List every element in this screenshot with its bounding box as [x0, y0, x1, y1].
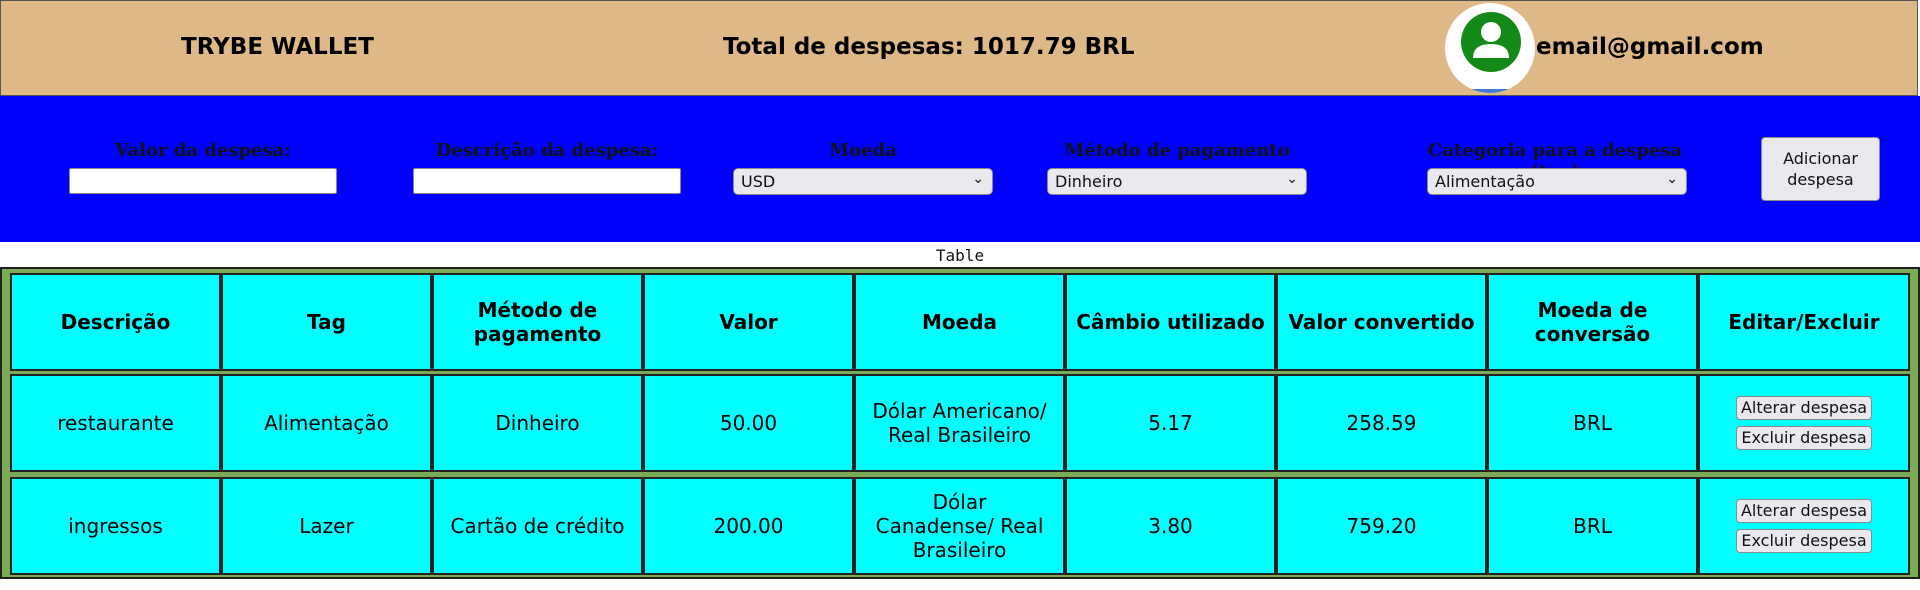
table-cell-value: 200.00	[643, 477, 854, 575]
table-cell-actions: Alterar despesa Excluir despesa	[1698, 477, 1910, 575]
table-cell-conversion-currency: BRL	[1487, 477, 1698, 575]
app-title: TRYBE WALLET	[181, 34, 374, 60]
table-cell-rate: 3.80	[1065, 477, 1276, 575]
table-cell-value: 50.00	[643, 374, 854, 472]
column-header: Descrição	[10, 273, 221, 371]
add-expense-line1: Adicionar	[1783, 149, 1858, 168]
value-label: Valor da despesa:	[115, 140, 291, 161]
currency-select[interactable]: USD ⌄	[733, 168, 993, 195]
column-header: Valor	[643, 273, 854, 371]
column-header: Valor convertido	[1276, 273, 1487, 371]
table-cell-rate: 5.17	[1065, 374, 1276, 472]
avatar	[1445, 3, 1535, 93]
edit-expense-button[interactable]: Alterar despesa	[1736, 499, 1872, 523]
total-expenses: Total de despesas: 1017.79 BRL	[723, 34, 1135, 60]
table-cell-converted: 759.20	[1276, 477, 1487, 575]
edit-expense-button[interactable]: Alterar despesa	[1736, 396, 1872, 420]
currency-label: Moeda	[829, 140, 897, 161]
add-expense-line2: despesa	[1787, 170, 1854, 189]
delete-expense-button[interactable]: Excluir despesa	[1736, 426, 1872, 450]
chevron-down-icon: ⌄	[1666, 171, 1678, 187]
method-select[interactable]: Dinheiro ⌄	[1047, 168, 1307, 195]
user-email: email@gmail.com	[1536, 34, 1764, 60]
table-caption: Table	[935, 246, 985, 265]
column-header: Método de pagamento	[432, 273, 643, 371]
table-cell-currency: Dólar Americano/ Real Brasileiro	[854, 374, 1065, 472]
app-header: TRYBE WALLET Total de despesas: 1017.79 …	[0, 0, 1918, 96]
table-cell-conversion-currency: BRL	[1487, 374, 1698, 472]
avatar-accent	[1463, 89, 1517, 93]
table-cell-currency: Dólar Canadense/ Real Brasileiro	[854, 477, 1065, 575]
chevron-down-icon: ⌄	[1286, 171, 1298, 187]
table-cell-method: Dinheiro	[432, 374, 643, 472]
add-expense-button[interactable]: Adicionar despesa	[1761, 137, 1880, 201]
description-label: Descrição da despesa:	[435, 140, 659, 161]
column-header: Moeda	[854, 273, 1065, 371]
currency-select-value: USD	[741, 172, 776, 191]
chevron-down-icon: ⌄	[972, 171, 984, 187]
column-header: Editar/Excluir	[1698, 273, 1910, 371]
table-cell-converted: 258.59	[1276, 374, 1487, 472]
table-cell-actions: Alterar despesa Excluir despesa	[1698, 374, 1910, 472]
table-cell-description: ingressos	[10, 477, 221, 575]
tag-select[interactable]: Alimentação ⌄	[1427, 168, 1687, 195]
description-input[interactable]	[413, 168, 681, 194]
expenses-table: Descrição Tag Método de pagamento Valor …	[0, 267, 1920, 579]
table-cell-tag: Lazer	[221, 477, 432, 575]
user-avatar-icon	[1461, 12, 1521, 72]
column-header: Câmbio utilizado	[1065, 273, 1276, 371]
tag-select-value: Alimentação	[1435, 172, 1535, 191]
table-cell-description: restaurante	[10, 374, 221, 472]
column-header: Moeda de conversão	[1487, 273, 1698, 371]
expense-form: Valor da despesa: Descrição da despesa: …	[0, 96, 1920, 242]
delete-expense-button[interactable]: Excluir despesa	[1736, 529, 1872, 553]
method-select-value: Dinheiro	[1055, 172, 1123, 191]
method-label: Método de pagamento	[1064, 140, 1290, 161]
table-cell-tag: Alimentação	[221, 374, 432, 472]
value-input[interactable]	[69, 168, 337, 194]
column-header: Tag	[221, 273, 432, 371]
table-cell-method: Cartão de crédito	[432, 477, 643, 575]
